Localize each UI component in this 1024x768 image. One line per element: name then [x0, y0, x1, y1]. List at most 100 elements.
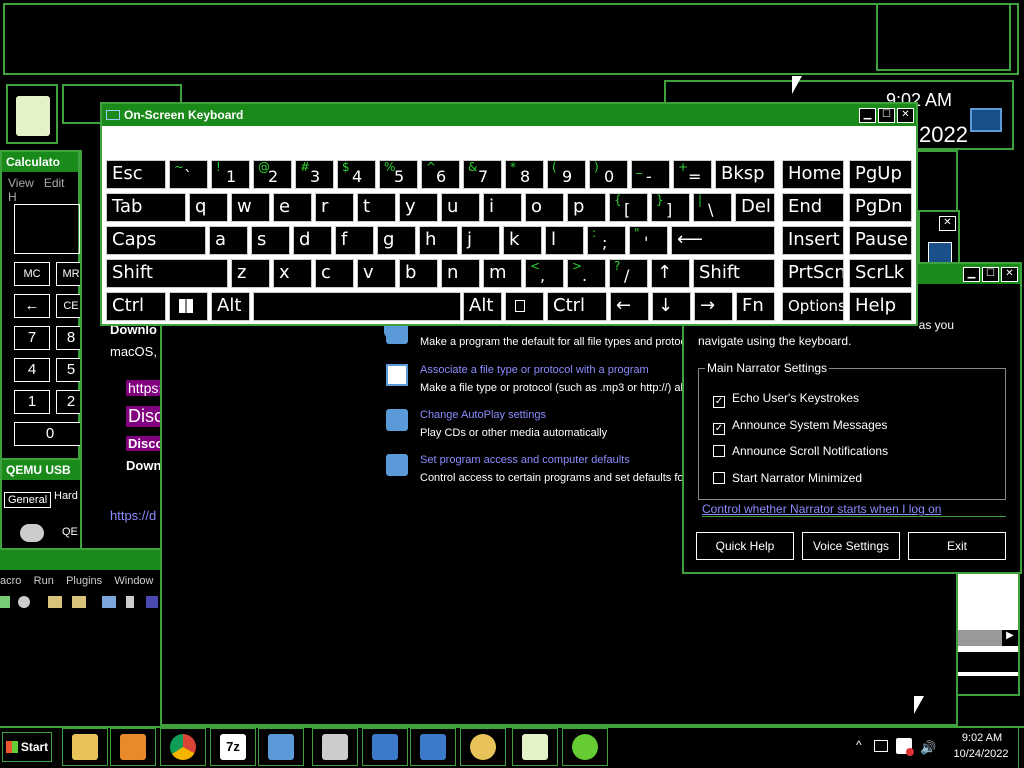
key-left-bracket[interactable]: {[ — [609, 193, 648, 222]
key-s[interactable]: s — [251, 226, 290, 255]
key-a[interactable]: a — [209, 226, 248, 255]
key-h[interactable]: h — [419, 226, 458, 255]
close-button[interactable]: ✕ — [897, 107, 914, 123]
menu-plugins[interactable]: Plugins — [66, 575, 102, 587]
key-l[interactable]: l — [545, 226, 584, 255]
key-right-ctrl[interactable]: Ctrl — [547, 292, 607, 321]
key-5[interactable]: % 5 — [379, 160, 418, 189]
key-end[interactable]: End — [782, 193, 844, 222]
key-1[interactable]: ! 1 — [211, 160, 250, 189]
option-announce-system[interactable]: ✓ Announce System Messages — [713, 418, 887, 435]
key-k[interactable]: k — [503, 226, 542, 255]
key-b[interactable]: b — [399, 259, 438, 288]
file-explorer-taskbar-icon[interactable] — [62, 728, 108, 766]
key-left-alt[interactable]: Alt — [211, 292, 250, 321]
tray-expand-icon[interactable]: ^ — [856, 738, 862, 752]
key-enter[interactable]: ⟵ — [671, 226, 775, 255]
key-minus[interactable]: _ - — [631, 160, 670, 189]
key-quote[interactable]: " ' — [629, 226, 668, 255]
menu-window[interactable]: Window — [114, 575, 153, 587]
key-right-alt[interactable]: Alt — [463, 292, 502, 321]
key-scrlk[interactable]: ScrLk — [849, 259, 912, 288]
key-windows[interactable] — [169, 292, 208, 321]
option-announce-scroll[interactable]: Announce Scroll Notifications — [713, 444, 888, 458]
key-y[interactable]: y — [399, 193, 438, 222]
cp-item-title[interactable]: Associate a file type or protocol with a… — [420, 364, 649, 376]
maximize-button[interactable]: ☐ — [878, 107, 895, 123]
key-equals[interactable]: + = — [673, 160, 712, 189]
checkbox-checked-icon[interactable]: ✓ — [713, 396, 725, 408]
key-right-shift[interactable]: Shift — [693, 259, 775, 288]
key-x[interactable]: x — [273, 259, 312, 288]
key-up-arrow[interactable]: ↑ — [651, 259, 690, 288]
zero-button[interactable]: 0 — [14, 422, 86, 446]
key-right-bracket[interactable]: }] — [651, 193, 690, 222]
maximize-button[interactable]: ☐ — [982, 266, 999, 282]
toolbar-icon[interactable] — [146, 596, 158, 608]
volume-tray-icon[interactable]: 🔊 — [920, 740, 936, 756]
network-taskbar-icon[interactable] — [410, 728, 456, 766]
close-button[interactable]: ✕ — [939, 216, 956, 231]
key-esc[interactable]: Esc — [106, 160, 166, 189]
7zip-taskbar-icon[interactable]: 7z — [210, 728, 256, 766]
cp-item-title[interactable]: Change AutoPlay settings — [420, 409, 546, 421]
key-fn[interactable]: Fn — [736, 292, 775, 321]
key-insert[interactable]: Insert — [782, 226, 844, 255]
key-z[interactable]: z — [231, 259, 270, 288]
four-button[interactable]: 4 — [14, 358, 50, 382]
computer-taskbar-icon[interactable] — [362, 728, 408, 766]
key-left-arrow[interactable]: ← — [610, 292, 649, 321]
toolbar-icon[interactable] — [18, 596, 30, 608]
key-tab[interactable]: Tab — [106, 193, 186, 222]
key-2[interactable]: @2 — [253, 160, 292, 189]
key-v[interactable]: v — [357, 259, 396, 288]
menu-help[interactable]: H — [8, 190, 17, 204]
option-start-minimized[interactable]: Start Narrator Minimized — [713, 471, 862, 485]
key-7[interactable]: & 7 — [463, 160, 502, 189]
control-panel-taskbar-icon[interactable] — [258, 728, 304, 766]
key-space[interactable] — [253, 292, 461, 321]
key-backspace[interactable]: Bksp — [715, 160, 775, 189]
minimize-button[interactable]: ▁ — [963, 266, 980, 282]
key-3[interactable]: #3 — [295, 160, 334, 189]
menu-run[interactable]: Run — [34, 575, 54, 587]
key-n[interactable]: n — [441, 259, 480, 288]
key-0[interactable]: ) 0 — [589, 160, 628, 189]
checkbox-unchecked-icon[interactable] — [713, 445, 725, 457]
key-caps[interactable]: Caps — [106, 226, 206, 255]
key-i[interactable]: i — [483, 193, 522, 222]
qemu-taskbar-icon[interactable] — [562, 728, 608, 766]
key-c[interactable]: c — [315, 259, 354, 288]
quick-help-button[interactable]: Quick Help — [696, 532, 794, 560]
key-w[interactable]: w — [231, 193, 270, 222]
key-home[interactable]: Home — [782, 160, 844, 189]
network-tray-icon[interactable] — [874, 740, 888, 752]
key-help[interactable]: Help — [849, 292, 912, 321]
qemu-tab-hard[interactable]: Hard — [54, 490, 78, 502]
chat-taskbar-icon[interactable] — [460, 728, 506, 766]
key-g[interactable]: g — [377, 226, 416, 255]
minimize-button[interactable]: ▁ — [859, 107, 876, 123]
mc-button[interactable]: MC — [14, 262, 50, 286]
key-slash[interactable]: ? / — [609, 259, 648, 288]
key-p[interactable]: p — [567, 193, 606, 222]
checkbox-unchecked-icon[interactable] — [713, 472, 725, 484]
menu-edit[interactable]: Edit — [44, 176, 65, 190]
qemu-tab-general[interactable]: General — [4, 492, 52, 508]
narrator-logon-link[interactable]: Control whether Narrator starts when I l… — [702, 502, 1006, 517]
voice-settings-button[interactable]: Voice Settings — [802, 532, 900, 560]
key-8[interactable]: * 8 — [505, 160, 544, 189]
key-semicolon[interactable]: :; — [587, 226, 626, 255]
key-e[interactable]: e — [273, 193, 312, 222]
notepad-plus-taskbar-icon[interactable] — [512, 728, 558, 766]
key-q[interactable]: q — [189, 193, 228, 222]
cp-item-title[interactable]: Set program access and computer defaults — [420, 454, 630, 466]
key-left-shift[interactable]: Shift — [106, 259, 228, 288]
key-pgup[interactable]: PgUp — [849, 160, 912, 189]
key-m[interactable]: m — [483, 259, 522, 288]
search-icon[interactable] — [928, 242, 952, 264]
key-f[interactable]: f — [335, 226, 374, 255]
doc-link-2[interactable]: https://d — [110, 508, 156, 523]
key-o[interactable]: o — [525, 193, 564, 222]
clock-date[interactable]: 10/24/2022 — [946, 748, 1016, 760]
